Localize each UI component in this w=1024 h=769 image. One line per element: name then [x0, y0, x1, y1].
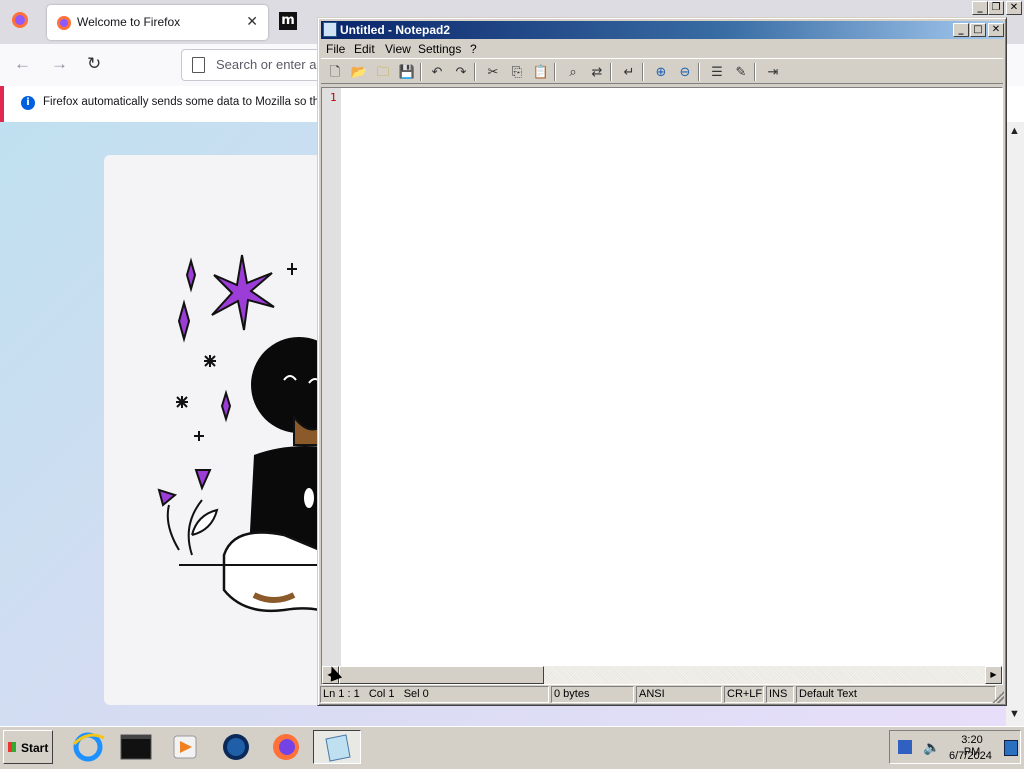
back-arrow-icon[interactable]: ← — [14, 54, 31, 74]
new-file-icon[interactable]: 🗋 — [326, 63, 344, 80]
open-folder-icon[interactable]: 📂 — [350, 63, 368, 80]
tab-title: Welcome to Firefox — [77, 15, 181, 29]
close-tab-icon[interactable]: ✕ — [246, 13, 258, 30]
menu-file[interactable]: File — [326, 42, 345, 56]
tab-m-site-icon[interactable]: m — [279, 12, 297, 30]
status-bar: Ln 1 : 1 Col 1 Sel 0 0 bytes ANSI CR+LF … — [320, 686, 1004, 703]
status-eol[interactable]: CR+LF — [724, 686, 764, 703]
minimize-button[interactable]: _ — [953, 23, 969, 37]
toolbar-separator — [474, 63, 476, 81]
status-scheme[interactable]: Default Text — [796, 686, 996, 703]
window-title: Untitled - Notepad2 — [340, 23, 450, 37]
tab-welcome-to-firefox[interactable]: Welcome to Firefox ✕ — [47, 5, 268, 40]
welcome-illustration — [157, 254, 344, 617]
info-icon: i — [21, 96, 35, 110]
replace-icon[interactable]: ⇄ — [588, 63, 606, 80]
firefox-favicon-icon — [57, 16, 71, 30]
undo-icon[interactable]: ↶ — [428, 63, 446, 80]
scheme-icon[interactable]: ☰ — [708, 63, 726, 80]
resize-grip[interactable] — [992, 691, 1004, 703]
customize-schemes-icon[interactable]: ✎ — [732, 63, 750, 80]
menu-settings[interactable]: Settings — [418, 42, 461, 56]
toolbar-separator — [554, 63, 556, 81]
notepad2-app-icon[interactable] — [323, 22, 337, 37]
status-position: Ln 1 : 1 Col 1 Sel 0 — [320, 686, 549, 703]
menu-bar: File Edit View Settings ? — [321, 40, 1003, 58]
status-mode[interactable]: INS — [766, 686, 794, 703]
find-icon[interactable]: ⌕ — [564, 63, 582, 80]
scroll-right-icon[interactable]: ▶ — [985, 666, 1002, 684]
windows-flag-icon — [8, 742, 16, 752]
address-placeholder: Search or enter a — [216, 57, 317, 72]
scroll-up-icon[interactable]: ▲ — [1009, 125, 1020, 137]
maximize-button[interactable]: □ — [970, 23, 986, 37]
page-scrollbar[interactable]: ▲ ▼ — [1006, 122, 1024, 726]
firefox-minimize-button[interactable]: _ — [972, 1, 988, 15]
menu-help[interactable]: ? — [470, 42, 477, 56]
reload-icon[interactable]: ↻ — [87, 54, 101, 74]
menu-edit[interactable]: Edit — [354, 42, 375, 56]
word-wrap-icon[interactable]: ↵ — [620, 63, 638, 80]
network-globe-icon[interactable] — [214, 730, 258, 764]
toolbar-separator — [642, 63, 644, 81]
page-icon — [192, 57, 205, 73]
toolbar-separator — [610, 63, 612, 81]
line-number: 1 — [330, 91, 337, 104]
toolbar-separator — [754, 63, 756, 81]
toolbar: 🗋 📂 🗀 💾 ↶ ↷ ✂ ⎘ 📋 ⌕ ⇄ ↵ ⊕ ⊖ ☰ ✎ ⇥ — [321, 58, 1003, 84]
terminal-icon[interactable] — [114, 730, 158, 764]
text-editor[interactable]: 1 ◀ ▶ — [321, 87, 1003, 685]
media-player-icon[interactable] — [162, 730, 206, 764]
clock-date[interactable]: 6/7/2024 — [949, 750, 992, 762]
zoom-out-icon[interactable]: ⊖ — [676, 63, 694, 80]
forward-arrow-icon[interactable]: → — [51, 54, 68, 74]
notepad2-taskbar-button[interactable] — [313, 730, 361, 764]
show-desktop-icon[interactable] — [1004, 740, 1018, 756]
scroll-down-icon[interactable]: ▼ — [1009, 708, 1020, 720]
firefox-restore-button[interactable]: ❐ — [988, 1, 1004, 15]
toolbar-separator — [698, 63, 700, 81]
exit-icon[interactable]: ⇥ — [764, 63, 782, 80]
toolbar-separator — [420, 63, 422, 81]
notice-text: Firefox automatically sends some data to… — [43, 96, 329, 108]
notepad2-window: Untitled - Notepad2 _ □ ✕ File Edit View… — [317, 17, 1007, 706]
start-label: Start — [21, 741, 49, 755]
line-number-gutter: 1 — [322, 88, 341, 666]
notepad2-title-bar[interactable]: Untitled - Notepad2 _ □ ✕ — [321, 21, 1004, 39]
volume-icon[interactable]: 🔈 — [923, 739, 940, 756]
firefox-taskbar-icon[interactable] — [264, 730, 308, 764]
network-tray-icon[interactable] — [898, 740, 912, 754]
copy-icon[interactable]: ⎘ — [508, 63, 526, 80]
notepad2-taskbar-icon — [325, 734, 351, 762]
paste-icon[interactable]: 📋 — [532, 63, 550, 80]
taskbar: Start 🔈 3:20 PM 6/7/2024 — [0, 726, 1024, 769]
browse-icon[interactable]: 🗀 — [374, 63, 392, 80]
status-size: 0 bytes — [551, 686, 634, 703]
firefox-menu-icon[interactable] — [10, 10, 30, 30]
system-tray: 🔈 3:20 PM 6/7/2024 — [889, 730, 1021, 764]
status-encoding[interactable]: ANSI — [636, 686, 722, 703]
zoom-in-icon[interactable]: ⊕ — [652, 63, 670, 80]
cut-icon[interactable]: ✂ — [484, 63, 502, 80]
redo-icon[interactable]: ↷ — [452, 63, 470, 80]
horizontal-scrollbar[interactable]: ◀ ▶ — [322, 666, 1002, 684]
start-button[interactable]: Start — [3, 730, 53, 764]
internet-explorer-icon[interactable] — [66, 730, 110, 764]
save-icon[interactable]: 💾 — [398, 63, 416, 80]
firefox-close-button[interactable]: ✕ — [1006, 1, 1022, 15]
close-button[interactable]: ✕ — [988, 23, 1004, 37]
menu-view[interactable]: View — [385, 42, 411, 56]
welcome-card — [104, 155, 344, 705]
scroll-thumb[interactable] — [339, 666, 544, 684]
